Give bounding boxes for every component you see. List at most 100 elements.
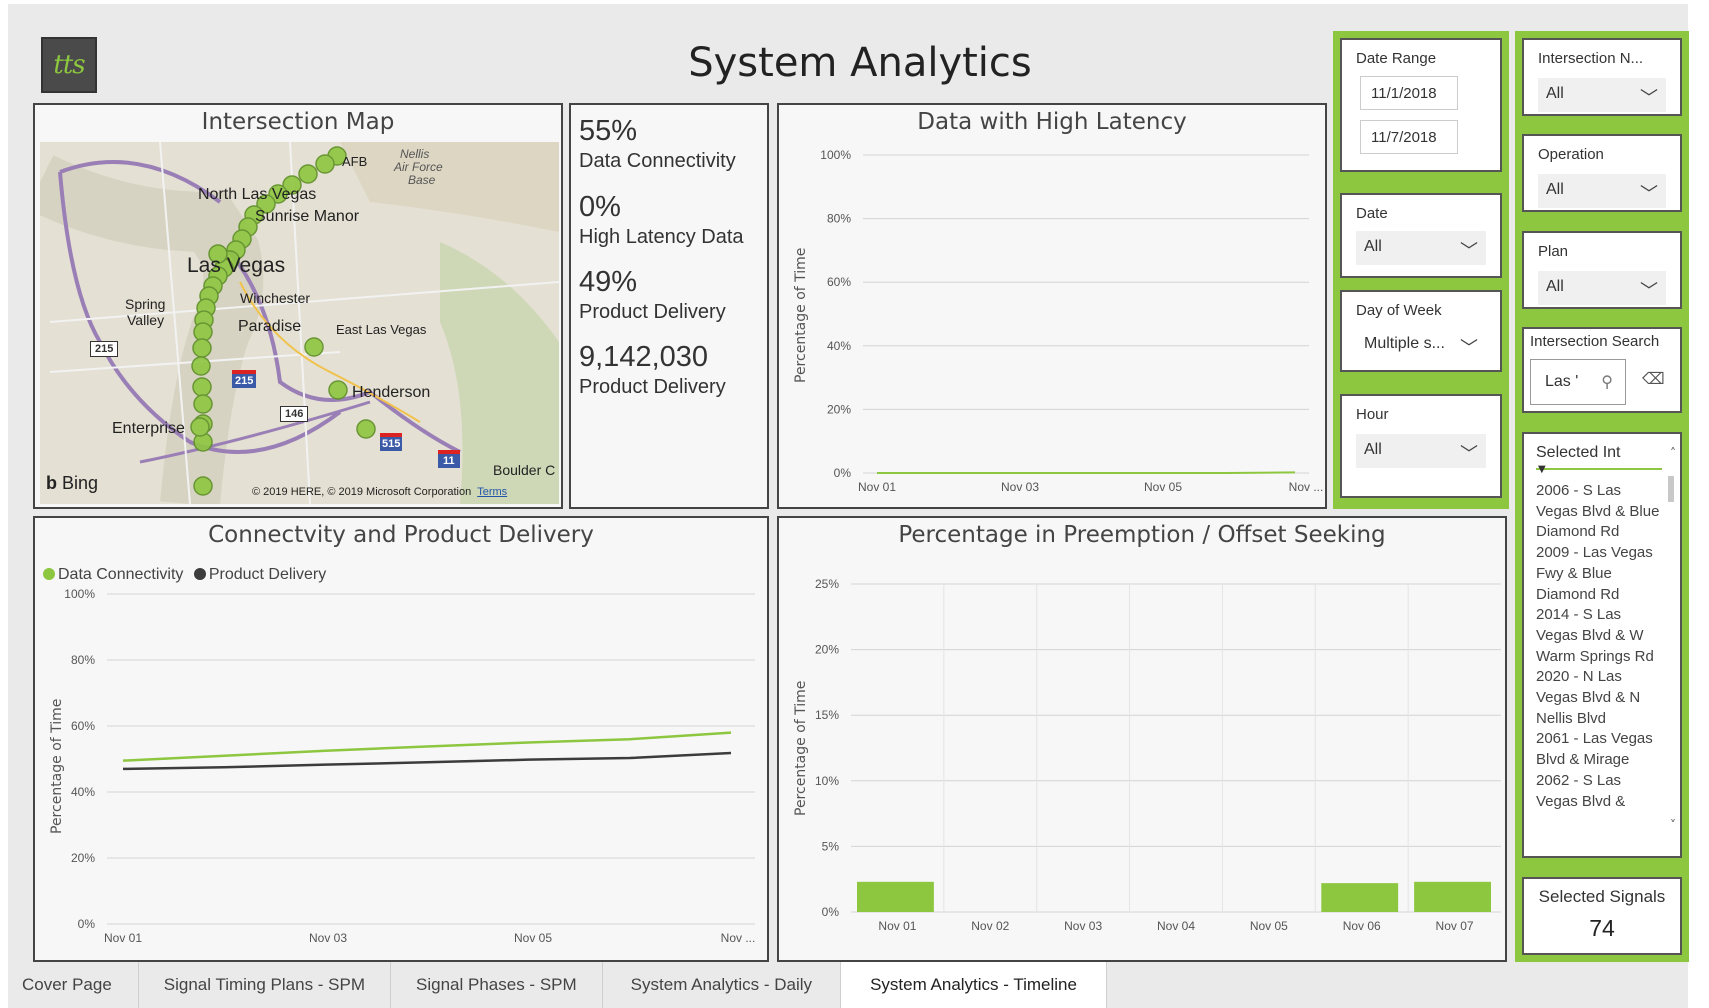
kpi-panel: 55% Data Connectivity 0% High Latency Data… — [569, 103, 769, 509]
selected-signals-card: Selected Signals 74 — [1522, 877, 1682, 955]
y-tick-label: 20% — [71, 851, 95, 865]
bar — [1414, 881, 1491, 912]
map-label-nellis: Nellis — [400, 147, 430, 161]
y-tick-label: 40% — [71, 785, 95, 799]
selected-intersections-header[interactable]: Selected Int — [1536, 444, 1662, 470]
x-tick-label: Nov 05 — [1144, 480, 1182, 494]
connectivity-chart: 100% 80% 60% 40% 20% 0% Nov 01 Nov 03 Nov 05 Nov … — [64, 587, 756, 945]
list-item[interactable]: 2020 - N Las Vegas Blvd & N Nellis Blvd — [1536, 667, 1664, 729]
chevron-down-icon: ﹀ — [1460, 444, 1478, 464]
intersection-name-dropdown[interactable]: All ﹀ — [1538, 78, 1666, 112]
plan-dropdown[interactable]: All ﹀ — [1538, 271, 1666, 305]
date-range-end-input[interactable]: 11/7/2018 — [1360, 120, 1458, 154]
scroll-up-icon[interactable]: ˄ — [1670, 446, 1676, 460]
list-item[interactable]: 2014 - S Las Vegas Blvd & W Warm Springs… — [1536, 605, 1664, 667]
y-tick-label: 60% — [71, 719, 95, 733]
kpi-value: 0% — [579, 191, 621, 223]
shield-215-west: 215 — [90, 341, 119, 357]
x-tick-label: Nov 05 — [514, 931, 552, 945]
map-label-sunrise-manor: Sunrise Manor — [255, 208, 360, 225]
bar — [857, 881, 934, 912]
tts-logo: tts — [41, 37, 97, 93]
y-tick-label: 0% — [78, 917, 96, 931]
slicer-label: Intersection N... — [1538, 50, 1644, 67]
y-tick-label: 5% — [822, 839, 840, 853]
bing-logo: b Bing — [46, 473, 99, 493]
y-tick-label: 0% — [822, 905, 840, 919]
map-copyright: © 2019 HERE, © 2019 Microsoft Corporatio… — [252, 486, 508, 498]
y-tick-label: 80% — [827, 212, 851, 226]
y-tick-label: 100% — [64, 587, 95, 601]
date-range-slicer: Date Range 11/1/2018 11/7/2018 — [1340, 38, 1502, 172]
selected-intersections-slicer: Selected Int ▼ ˄ ˅ 2006 - S Las Vegas Bl… — [1522, 432, 1682, 858]
sort-down-icon[interactable]: ▼ — [1538, 464, 1546, 475]
map-label-las-vegas: Las Vegas — [187, 254, 286, 277]
map-label-afb: AFB — [342, 154, 368, 169]
map-label-east-las-vegas: East Las Vegas — [336, 322, 427, 337]
list-item[interactable]: 2009 - Las Vegas Fwy & Blue Diamond Rd — [1536, 543, 1664, 605]
series-line — [877, 471, 1296, 474]
day-of-week-dropdown[interactable]: Multiple s... ﹀ — [1356, 328, 1486, 362]
page-tabs: Cover Page Signal Timing Plans - SPM Sig… — [8, 962, 1688, 1008]
kpi-label: High Latency Data — [579, 226, 744, 248]
kpi-value: 49% — [579, 266, 638, 298]
map-label-spring: Spring — [125, 296, 166, 312]
tab-signal-phases[interactable]: Signal Phases - SPM — [391, 962, 603, 1008]
eraser-icon[interactable]: ⌫ — [1642, 369, 1665, 388]
map-label-enterprise: Enterprise — [112, 420, 185, 437]
high-latency-chart: 100% 80% 60% 40% 20% 0% Nov 01 Nov 03 Nov 05 Nov … — [820, 148, 1324, 494]
bar — [1321, 883, 1399, 912]
chevron-down-icon: ﹀ — [1640, 184, 1658, 204]
intersection-search-input[interactable]: Las ' ⚲ — [1530, 359, 1626, 405]
hour-dropdown[interactable]: All ﹀ — [1356, 434, 1486, 468]
hour-slicer: Hour All ﹀ — [1340, 394, 1502, 498]
x-tick-label: Nov ... — [721, 931, 756, 945]
x-tick-label: Nov ... — [1289, 480, 1324, 494]
x-tick-label: Nov 03 — [1001, 480, 1039, 494]
x-tick-label: Nov 03 — [309, 931, 347, 945]
shield-515: 515 — [380, 433, 403, 451]
list-item[interactable]: 2061 - Las Vegas Blvd & Mirage — [1536, 729, 1664, 770]
tab-system-analytics-timeline[interactable]: System Analytics - Timeline — [841, 962, 1107, 1008]
y-tick-label: 20% — [815, 643, 839, 657]
intersection-name-slicer: Intersection N... All ﹀ — [1522, 38, 1682, 116]
kpi-label: Product Delivery — [579, 301, 726, 323]
x-tick-label: Nov 01 — [858, 480, 896, 494]
selected-intersections-list[interactable]: 2006 - S Las Vegas Blvd & Blue Diamond R… — [1536, 481, 1664, 851]
intersection-map[interactable]: Nellis Air Force Base AFB North Las Vega… — [40, 142, 559, 504]
tab-cover-page[interactable]: Cover Page — [8, 962, 139, 1008]
shield-146: 146 — [280, 406, 309, 422]
date-dropdown[interactable]: All ﹀ — [1356, 231, 1486, 265]
scroll-down-icon[interactable]: ˅ — [1670, 818, 1676, 832]
x-tick-label: Nov 06 — [1343, 919, 1381, 933]
map-title: Intersection Map — [201, 109, 395, 135]
chevron-down-icon: ﹀ — [1640, 88, 1658, 108]
map-label-winchester: Winchester — [240, 290, 311, 306]
list-item[interactable]: 2062 - S Las Vegas Blvd & — [1536, 771, 1664, 812]
y-tick-label: 15% — [815, 708, 839, 722]
y-tick-label: 60% — [827, 275, 851, 289]
list-item[interactable]: 2006 - S Las Vegas Blvd & Blue Diamond R… — [1536, 481, 1664, 543]
shield-11: 11 — [438, 450, 460, 468]
x-tick-label: Nov 05 — [1250, 919, 1288, 933]
map-label-air-force: Air Force — [394, 160, 443, 174]
operation-dropdown[interactable]: All ﹀ — [1538, 174, 1666, 208]
search-icon[interactable]: ⚲ — [1601, 372, 1613, 392]
x-tick-label: Nov 02 — [971, 919, 1009, 933]
x-tick-label: Nov 04 — [1157, 919, 1195, 933]
date-range-start-input[interactable]: 11/1/2018 — [1360, 76, 1458, 110]
tab-signal-timing-plans[interactable]: Signal Timing Plans - SPM — [139, 962, 392, 1008]
kpi-label: Product Delivery — [579, 376, 726, 398]
map-label-north-las-vegas: North Las Vegas — [198, 186, 317, 203]
chevron-down-icon: ﹀ — [1460, 241, 1478, 261]
slicer-label: Intersection Search — [1530, 333, 1660, 350]
map-label-base: Base — [408, 173, 436, 187]
scrollbar-thumb[interactable] — [1668, 476, 1674, 502]
selected-signals-value: 74 — [1589, 915, 1615, 941]
y-tick-label: 20% — [827, 402, 851, 416]
tab-system-analytics-daily[interactable]: System Analytics - Daily — [603, 962, 842, 1008]
slicer-label: Hour — [1356, 406, 1389, 423]
terms-link[interactable]: Terms — [477, 486, 507, 498]
slicer-label: Day of Week — [1356, 302, 1442, 319]
page-title: System Analytics — [688, 40, 1032, 86]
